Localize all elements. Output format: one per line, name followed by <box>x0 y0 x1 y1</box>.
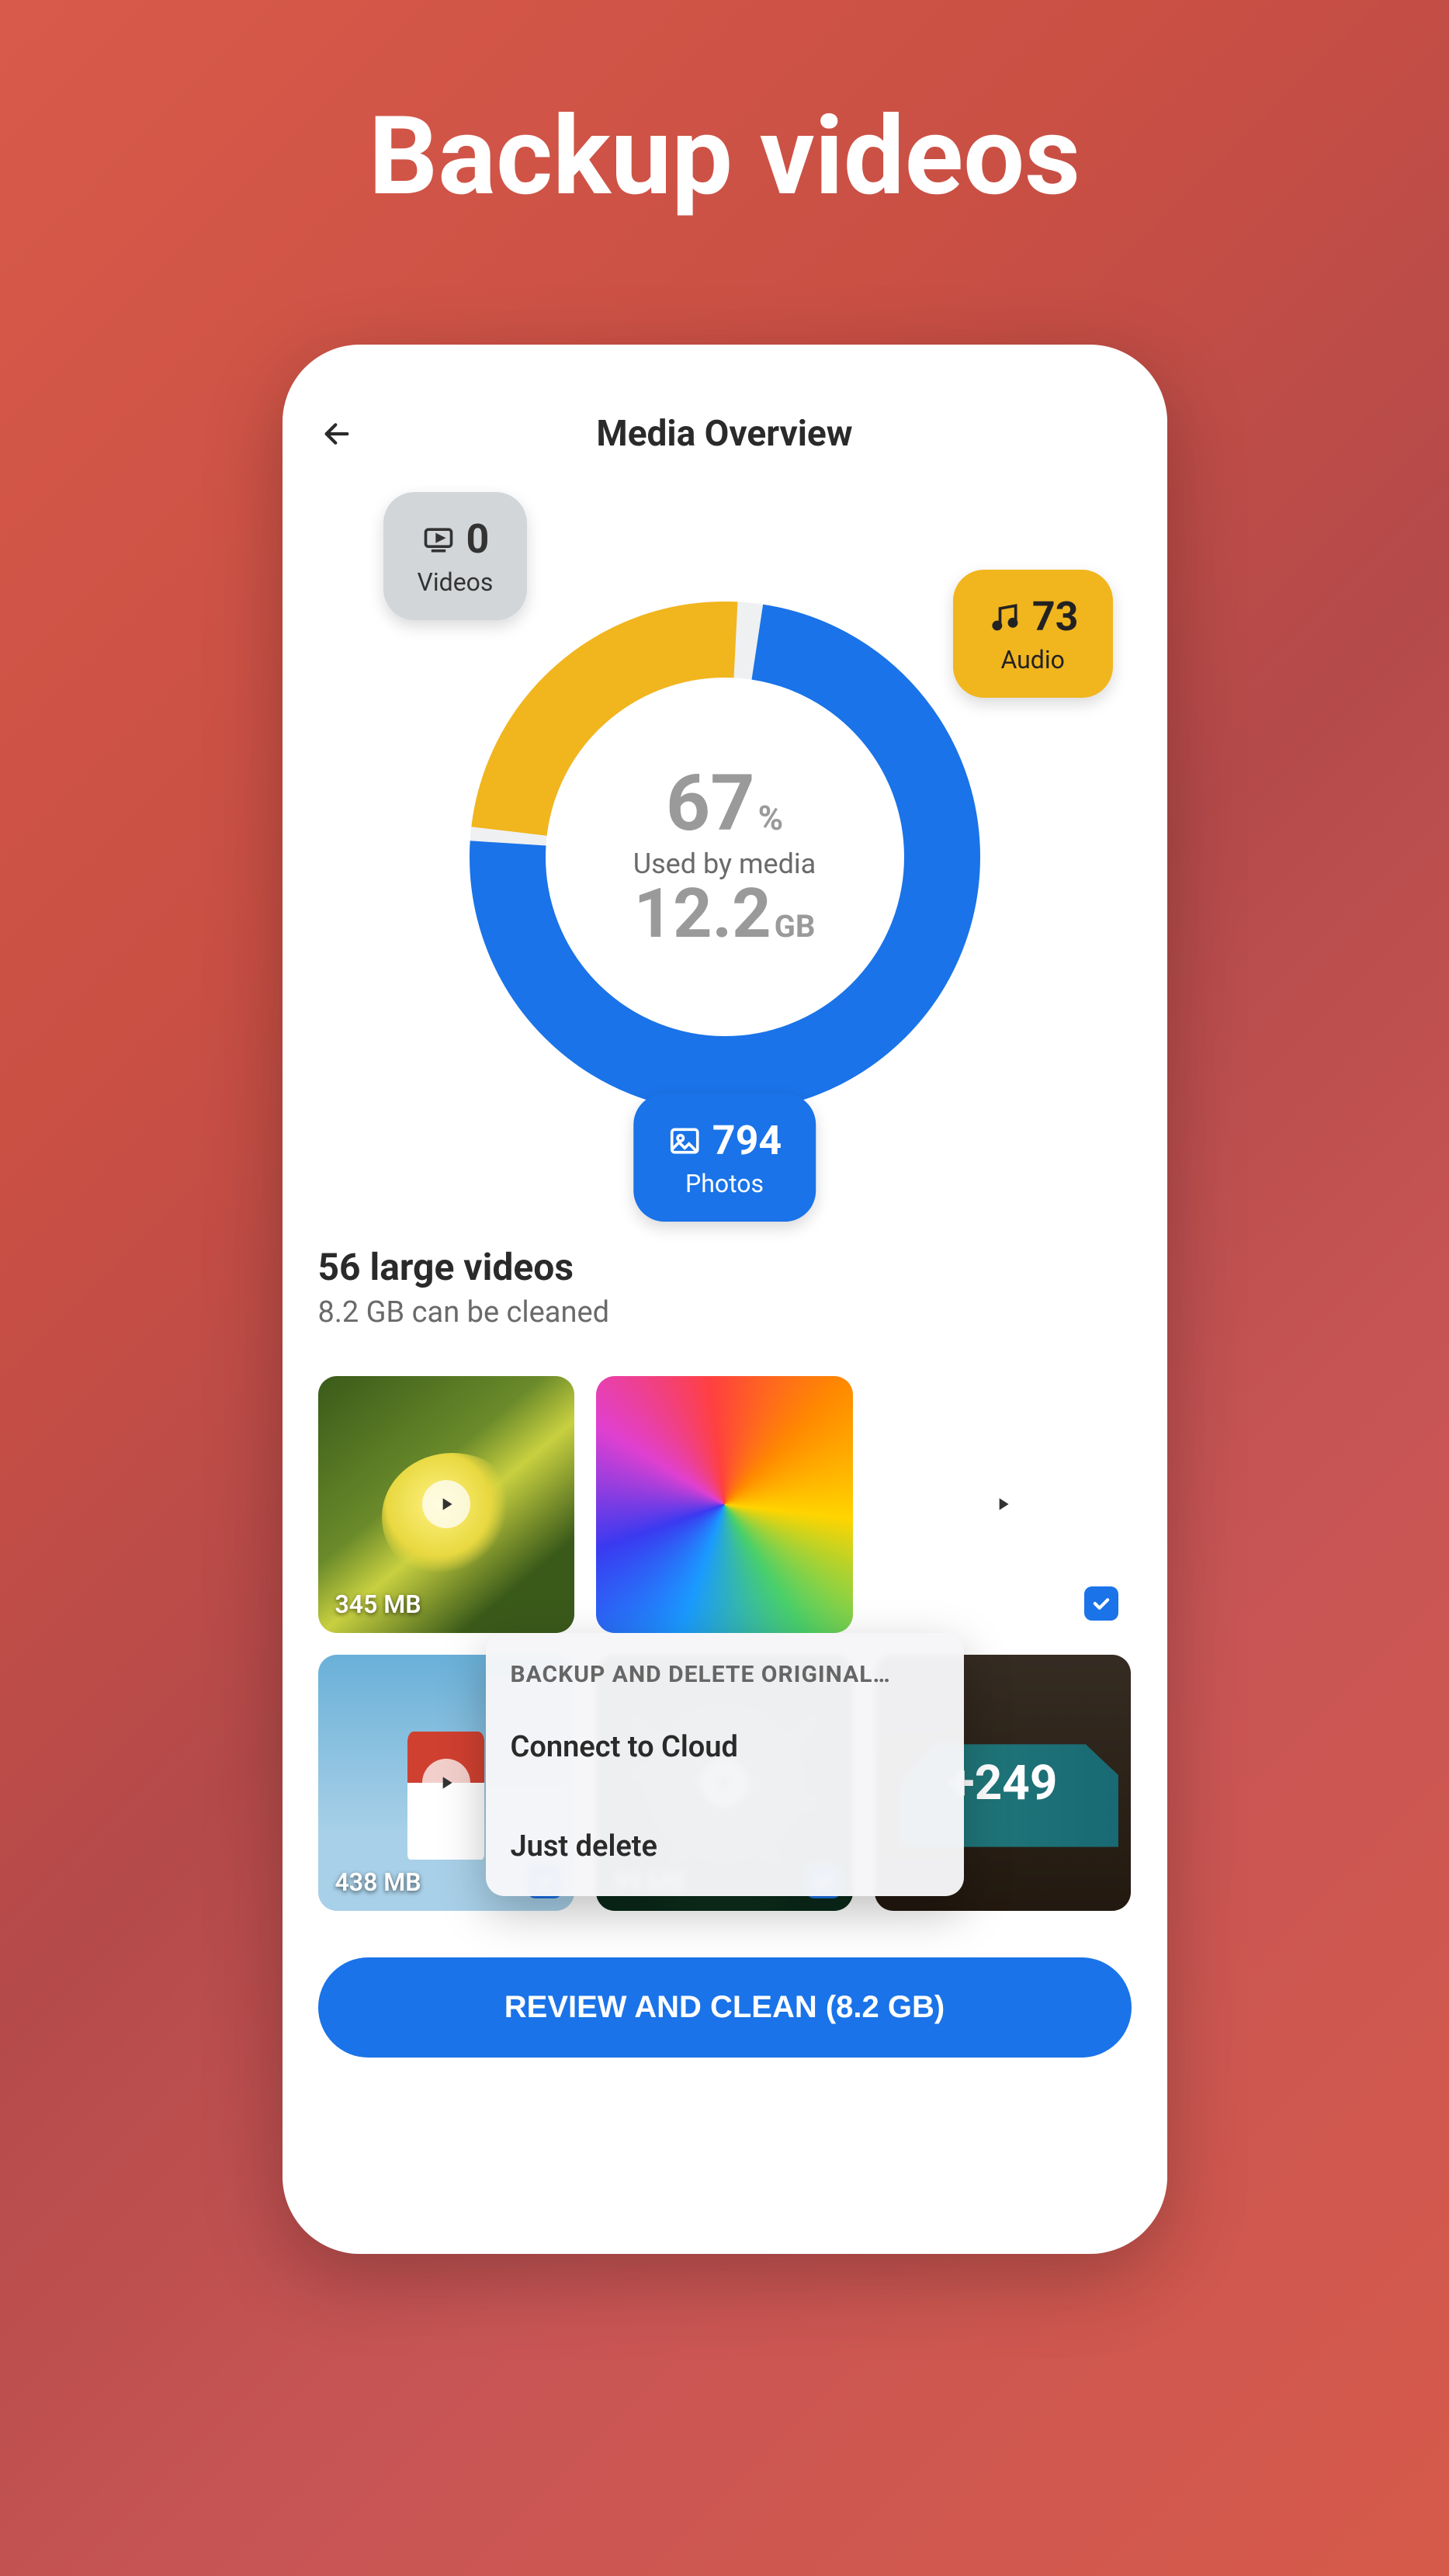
badge-videos[interactable]: 0 Videos <box>383 492 528 620</box>
badge-audio[interactable]: 73 Audio <box>953 570 1113 698</box>
donut-percent: 67 <box>666 758 755 849</box>
backup-delete-popup: BACKUP AND DELETE ORIGINAL… Connect to C… <box>486 1633 964 1896</box>
donut-percent-symbol: % <box>758 798 784 838</box>
play-icon <box>979 1480 1027 1528</box>
donut-size-value: 12.2 <box>634 874 771 954</box>
thumb-image <box>596 1376 853 1633</box>
video-thumb[interactable] <box>875 1376 1132 1633</box>
popup-option-connect-cloud[interactable]: Connect to Cloud <box>486 1697 964 1797</box>
badge-photos-count: 794 <box>712 1117 782 1164</box>
large-videos-subtitle: 8.2 GB can be cleaned <box>318 1295 1132 1330</box>
play-icon <box>422 1480 470 1528</box>
media-donut-chart: 67 % Used by media 12.2 GB 0 Videos 73 <box>314 508 1136 1206</box>
badge-videos-label: Videos <box>418 567 494 597</box>
video-icon <box>421 522 456 556</box>
badge-photos-label: Photos <box>685 1169 764 1198</box>
badge-photos[interactable]: 794 Photos <box>633 1094 816 1222</box>
play-icon <box>422 1759 470 1807</box>
video-thumb[interactable] <box>596 1376 853 1633</box>
thumb-size-label: 438 MB <box>335 1867 421 1897</box>
badge-videos-count: 0 <box>466 515 490 563</box>
marketing-headline: Backup videos <box>369 93 1080 220</box>
thumb-checkbox[interactable] <box>1084 1586 1118 1621</box>
donut-ring: 67 % Used by media 12.2 GB <box>453 585 997 1129</box>
thumb-size-label: 345 MB <box>335 1590 421 1619</box>
donut-center-stats: 67 % Used by media 12.2 GB <box>633 765 816 948</box>
donut-size-unit: GB <box>775 908 816 945</box>
music-icon <box>987 600 1021 634</box>
popup-option-just-delete[interactable]: Just delete <box>486 1797 964 1896</box>
popup-title: BACKUP AND DELETE ORIGINAL… <box>486 1633 964 1697</box>
page-title: Media Overview <box>314 413 1136 455</box>
video-thumb[interactable]: 345 MB <box>318 1376 575 1633</box>
phone-frame: Media Overview 67 % Used by media 12.2 <box>283 345 1167 2254</box>
large-videos-title: 56 large videos <box>318 1245 1132 1289</box>
badge-audio-count: 73 <box>1032 593 1079 640</box>
badge-audio-label: Audio <box>1000 645 1064 674</box>
app-header: Media Overview <box>314 407 1136 461</box>
review-clean-button[interactable]: REVIEW AND CLEAN (8.2 GB) <box>318 1957 1132 2058</box>
image-icon <box>667 1124 702 1158</box>
